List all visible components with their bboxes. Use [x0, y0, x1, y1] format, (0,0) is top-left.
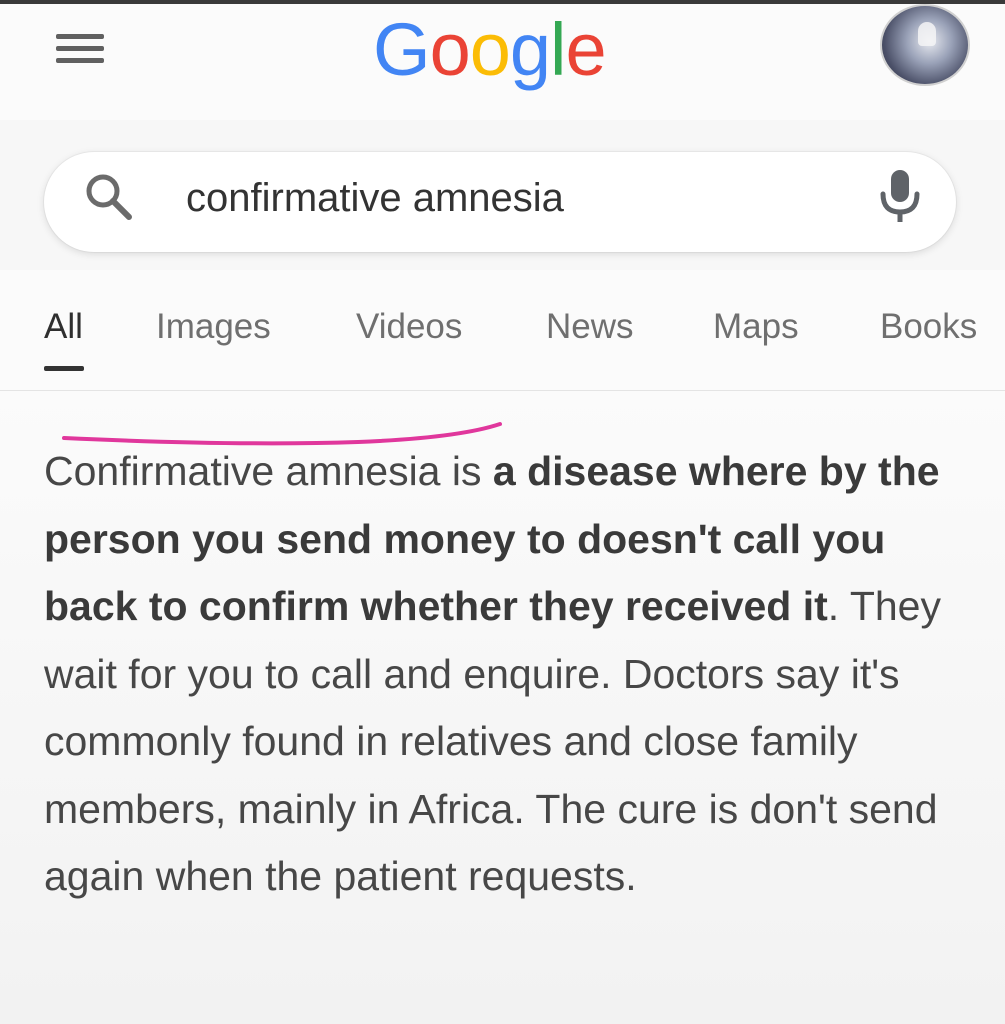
logo-letter-o2: o — [469, 8, 511, 91]
tab-books[interactable]: Books — [880, 305, 977, 349]
logo-letter-o1: o — [429, 8, 471, 91]
profile-avatar[interactable] — [880, 4, 970, 86]
tab-all[interactable]: All — [44, 305, 83, 349]
tab-images[interactable]: Images — [156, 305, 271, 349]
active-tab-indicator — [44, 366, 84, 371]
mic-icon[interactable] — [872, 166, 928, 226]
logo-letter-g: G — [373, 8, 431, 91]
tab-maps[interactable]: Maps — [713, 305, 799, 349]
tabs-bar — [0, 270, 1005, 391]
result-snippet: Confirmative amnesia is a disease where … — [44, 438, 974, 911]
snippet-tail: . They wait for you to call and enquire.… — [44, 583, 941, 899]
logo-letter-l: l — [550, 8, 566, 91]
hamburger-menu-icon[interactable] — [56, 34, 104, 64]
header-bar: Google — [0, 4, 1005, 120]
search-input[interactable]: confirmative amnesia — [186, 172, 564, 224]
logo-letter-e: e — [565, 8, 606, 91]
tab-news[interactable]: News — [546, 305, 634, 349]
avatar-figure — [918, 22, 936, 46]
logo-letter-g2: g — [509, 8, 551, 91]
search-icon[interactable] — [82, 170, 136, 224]
google-logo[interactable]: Google — [373, 0, 607, 100]
snippet-lead: Confirmative amnesia is — [44, 448, 493, 494]
tab-videos[interactable]: Videos — [356, 305, 462, 349]
